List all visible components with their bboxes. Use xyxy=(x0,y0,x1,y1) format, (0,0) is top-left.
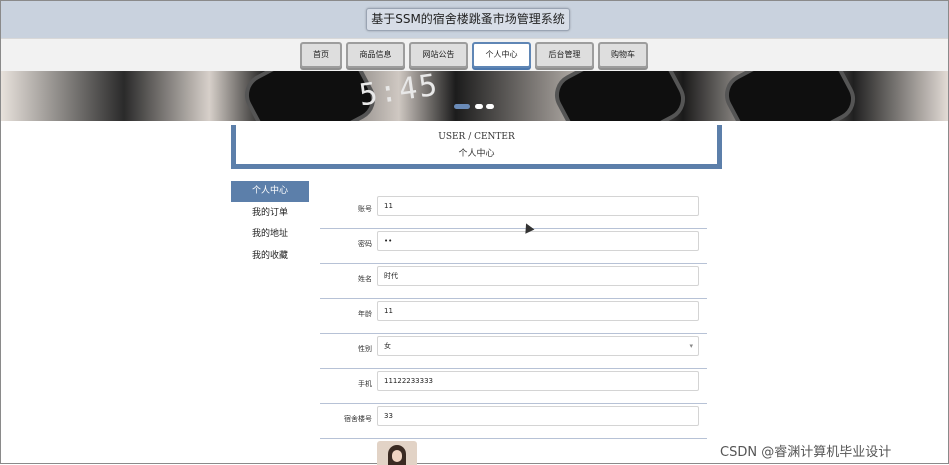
avatar-image[interactable] xyxy=(377,441,417,465)
carousel-dot[interactable] xyxy=(486,104,494,109)
form-row-dorm: 宿舍楼号 33 xyxy=(320,404,707,439)
nav-admin[interactable]: 后台管理 xyxy=(535,42,594,68)
account-label: 账号 xyxy=(358,205,372,213)
banner-clock-text: 5:45 xyxy=(356,71,442,114)
sidebar-item-address[interactable]: 我的地址 xyxy=(231,224,309,245)
chevron-down-icon: ▾ xyxy=(689,342,693,350)
site-title: 基于SSM的宿舍楼跳蚤市场管理系统 xyxy=(366,8,570,31)
form-row-name: 姓名 时代 xyxy=(320,264,707,299)
name-label: 姓名 xyxy=(358,275,372,283)
nav-home[interactable]: 首页 xyxy=(300,42,342,68)
nav-products[interactable]: 商品信息 xyxy=(346,42,405,68)
phone-image xyxy=(717,71,863,121)
main-nav: 首页 商品信息 网站公告 个人中心 后台管理 购物车 xyxy=(1,38,948,72)
age-label: 年龄 xyxy=(358,310,372,318)
form-row-password: 密码 •• xyxy=(320,229,707,264)
form-row-age: 年龄 11 xyxy=(320,299,707,334)
carousel-dot[interactable] xyxy=(475,104,483,109)
sidebar-item-personal-center[interactable]: 个人中心 xyxy=(231,181,309,202)
dorm-input[interactable]: 33 xyxy=(377,406,699,426)
account-input[interactable]: 11 xyxy=(377,196,699,216)
nav-cart[interactable]: 购物车 xyxy=(598,42,648,68)
nav-personal-center[interactable]: 个人中心 xyxy=(472,42,531,68)
password-label: 密码 xyxy=(358,240,372,248)
age-input[interactable]: 11 xyxy=(377,301,699,321)
phone-label: 手机 xyxy=(358,380,372,388)
form-row-account: 账号 11 xyxy=(320,194,707,229)
section-title-en: USER / CENTER xyxy=(438,132,515,142)
phone-input[interactable]: 11122233333 xyxy=(377,371,699,391)
gender-value: 女 xyxy=(384,342,391,350)
form-row-phone: 手机 11122233333 xyxy=(320,369,707,404)
dorm-label: 宿舍楼号 xyxy=(344,415,372,423)
name-input[interactable]: 时代 xyxy=(377,266,699,286)
nav-announcements[interactable]: 网站公告 xyxy=(409,42,468,68)
phone-image xyxy=(547,71,693,121)
form-row-gender: 性别 女 ▾ xyxy=(320,334,707,369)
section-title-cn: 个人中心 xyxy=(458,149,495,159)
sidebar-item-orders[interactable]: 我的订单 xyxy=(231,203,309,224)
carousel-dot[interactable] xyxy=(454,104,470,109)
banner-carousel: 5:45 xyxy=(1,71,948,121)
sidebar-item-favorites[interactable]: 我的收藏 xyxy=(231,246,309,267)
site-header: 基于SSM的宿舍楼跳蚤市场管理系统 xyxy=(1,1,948,38)
avatar-face xyxy=(392,450,402,462)
password-input[interactable]: •• xyxy=(377,231,699,251)
gender-select[interactable]: 女 ▾ xyxy=(377,336,699,356)
watermark: CSDN @睿渊计算机毕业设计 xyxy=(720,445,892,460)
section-heading: USER / CENTER 个人中心 xyxy=(231,125,722,169)
gender-label: 性别 xyxy=(358,345,372,353)
